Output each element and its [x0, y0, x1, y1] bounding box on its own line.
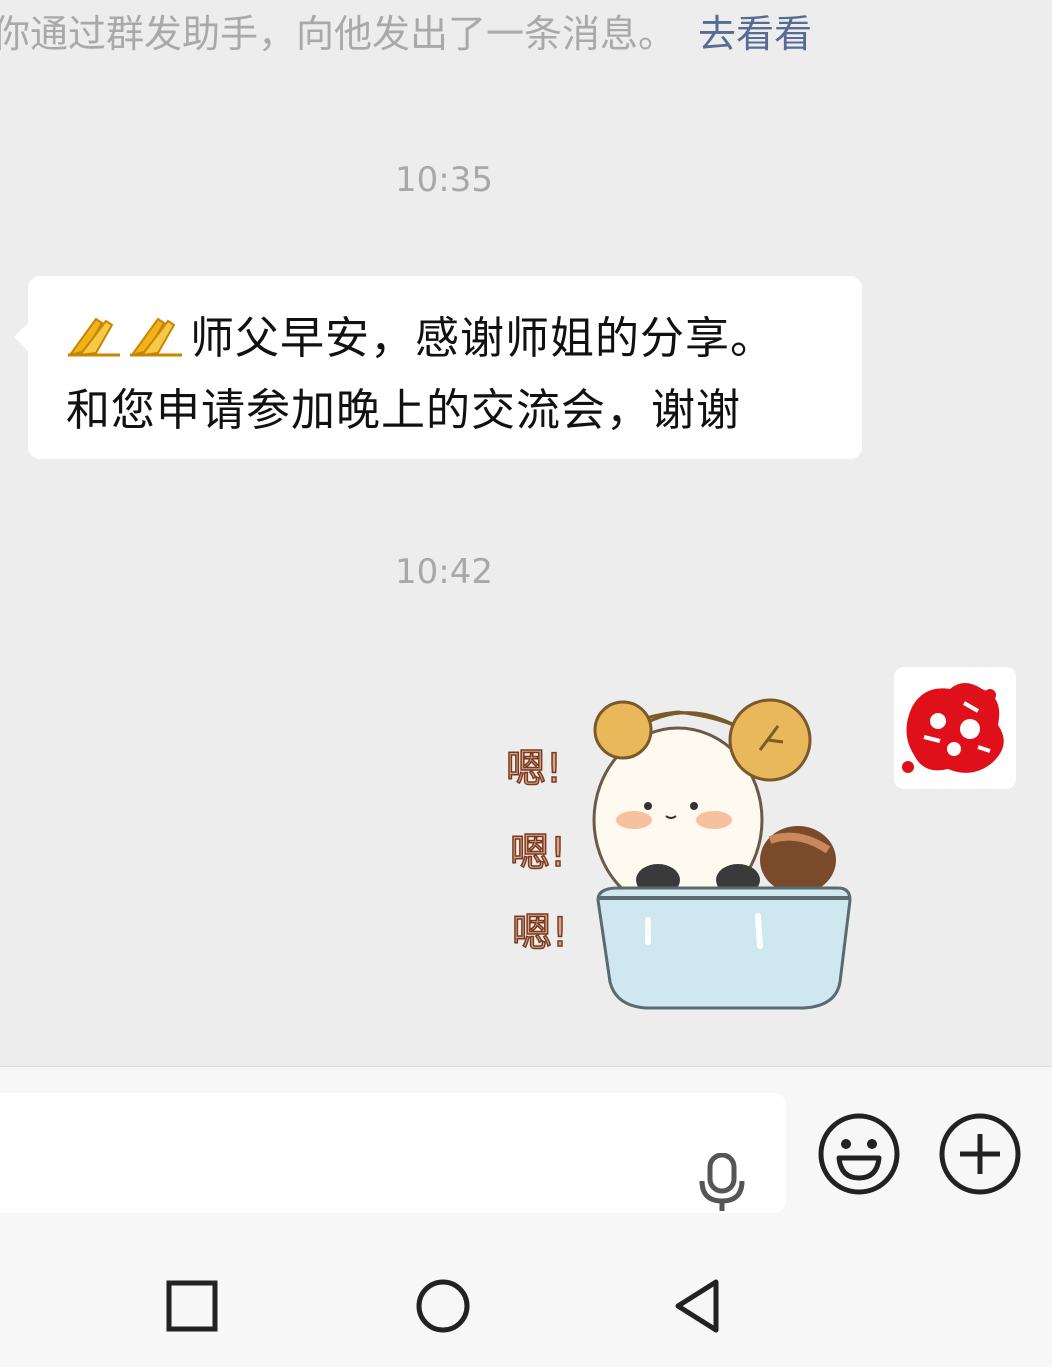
plus-icon — [939, 1113, 1021, 1195]
timestamp: 10:35 — [395, 160, 493, 200]
message-bubble-incoming[interactable]: 师父早安，感谢师姐的分享。 和您申请参加晚上的交流会，谢谢 — [14, 276, 862, 459]
message-line-1: 师父早安，感谢师姐的分享。 — [66, 306, 862, 378]
system-notice: 你通过群发助手，向他发出了一条消息。 去看看 — [0, 6, 812, 62]
home-icon[interactable] — [413, 1276, 473, 1336]
recent-apps-icon[interactable] — [162, 1276, 222, 1336]
smiley-icon — [818, 1113, 900, 1195]
folded-hands-icon — [128, 311, 186, 378]
microphone-icon[interactable] — [696, 1152, 748, 1213]
sticker-text: 嗯! — [506, 746, 562, 792]
sticker-text: 嗯! — [512, 910, 568, 956]
system-nav-bar — [0, 1214, 1052, 1367]
sticker-text: 嗯! — [510, 830, 566, 876]
more-button[interactable] — [938, 1112, 1022, 1196]
back-icon[interactable] — [668, 1276, 728, 1336]
view-link[interactable]: 去看看 — [698, 12, 812, 56]
sticker-message[interactable]: 嗯! 嗯! 嗯! — [498, 690, 858, 1028]
message-text-line-2: 和您申请参加晚上的交流会，谢谢 — [66, 385, 741, 436]
timestamp: 10:42 — [395, 552, 493, 592]
avatar[interactable] — [894, 667, 1016, 789]
emoji-button[interactable] — [817, 1112, 901, 1196]
system-notice-text: 你通过群发助手，向他发出了一条消息。 — [0, 12, 677, 56]
folded-hands-icon — [66, 311, 124, 378]
message-input[interactable] — [0, 1093, 786, 1213]
message-text-line-1: 师父早安，感谢师姐的分享。 — [190, 313, 775, 364]
